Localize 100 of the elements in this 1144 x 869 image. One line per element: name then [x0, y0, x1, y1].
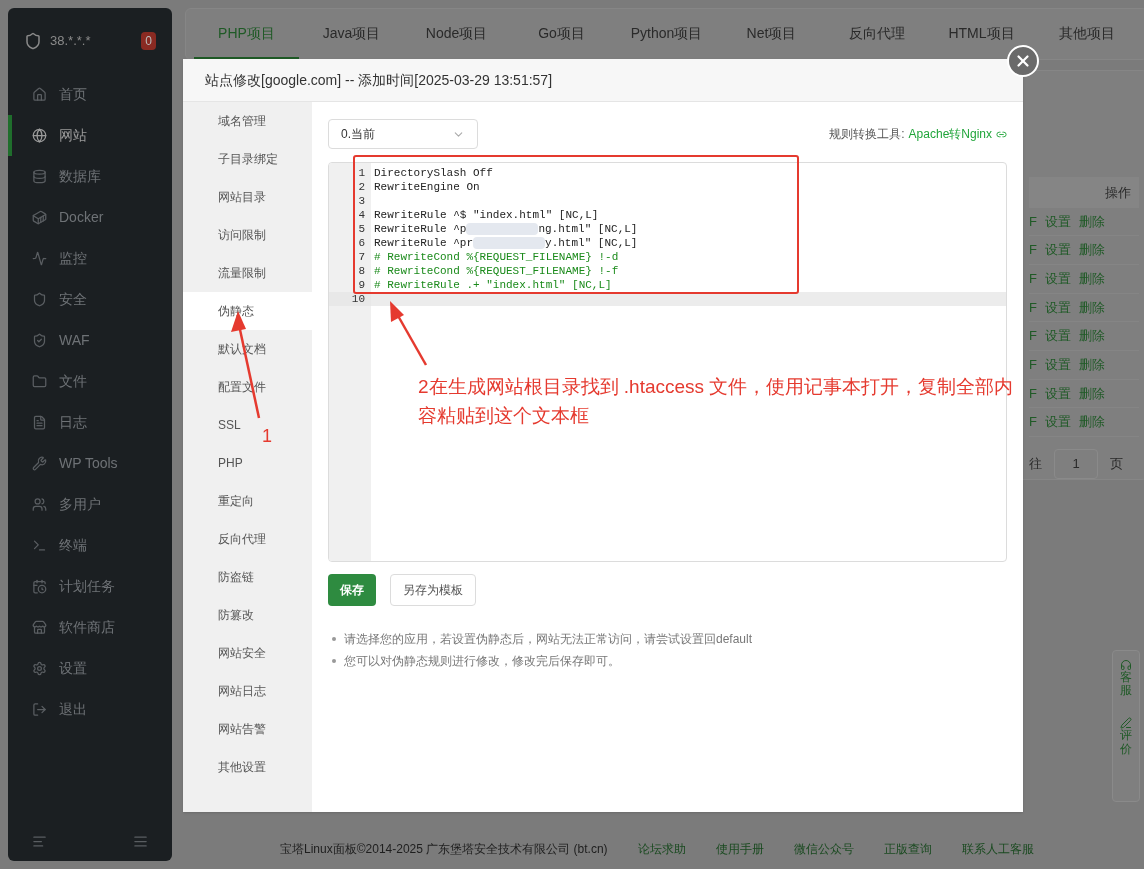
sidebar-label: Docker [59, 208, 104, 227]
nav-item[interactable]: 网站日志 [218, 672, 266, 710]
nav-item[interactable]: 反向代理 [218, 520, 266, 558]
globe-icon [32, 128, 47, 143]
table-cell[interactable]: F [1029, 326, 1037, 346]
sidebar-item[interactable]: 监控 [8, 238, 172, 279]
sidebar-item[interactable]: 多用户 [8, 484, 172, 525]
table-cell[interactable]: F [1029, 355, 1037, 375]
sidebar-item[interactable]: WAF [8, 320, 172, 361]
folder-icon [32, 374, 47, 389]
table-cell[interactable]: F [1029, 383, 1037, 404]
nav-item[interactable]: SSL [218, 406, 241, 444]
settings-link[interactable]: 设置 [1044, 297, 1071, 318]
sidebar-item[interactable]: 终端 [8, 525, 172, 566]
server-address: 38.*.*.* [50, 32, 91, 51]
code-line: DirectorySlash Off [373, 166, 494, 180]
page-field[interactable]: 1 [1054, 448, 1098, 479]
users-icon [32, 497, 47, 512]
settings-link[interactable]: 设置 [1044, 326, 1071, 346]
sidebar-item[interactable]: 数据库 [8, 156, 172, 197]
delete-link[interactable]: 删除 [1078, 297, 1105, 318]
notification-badge[interactable]: 0 [141, 32, 156, 50]
annotation-text: 2在生成网站根目录找到 .htaccess 文件，使用记事本打开，复制全部内容粘贴到这个文本框 [418, 375, 1015, 428]
delete-link[interactable]: 删除 [1078, 269, 1105, 289]
sidebar-label: 文件 [59, 372, 87, 391]
sidebar-item[interactable]: Docker [8, 197, 172, 238]
code-line: # RewriteRule .+ "index.html" [NC,L] [373, 278, 613, 292]
sidebar-item[interactable]: 日志 [8, 402, 172, 443]
table-cell[interactable]: F [1029, 269, 1037, 289]
nav-item[interactable]: 防篡改 [218, 596, 254, 634]
table-cell[interactable]: F [1029, 412, 1037, 432]
nav-item[interactable]: 网站安全 [218, 634, 266, 672]
table-cell[interactable]: F [1029, 297, 1037, 318]
project-tab[interactable]: Net项目 [719, 9, 824, 59]
sidebar-item[interactable]: 软件商店 [8, 607, 172, 648]
nav-item[interactable]: 子目录绑定 [218, 140, 278, 178]
footer-link[interactable]: 使用手册 [715, 840, 764, 858]
project-tab[interactable]: 反向代理 [824, 9, 929, 59]
home-icon [32, 87, 47, 102]
nav-item[interactable]: 其他设置 [218, 748, 266, 786]
copyright-text: 宝塔Linux面板©2014-2025 广东堡塔安全技术有限公司 (bt.cn) [280, 841, 608, 858]
collapse-icon[interactable] [32, 834, 47, 849]
close-icon [1014, 52, 1032, 70]
nav-item[interactable]: PHP [218, 444, 243, 482]
delete-link[interactable]: 删除 [1078, 240, 1105, 260]
widget-button[interactable]: 客服 [1120, 659, 1132, 698]
settings-link[interactable]: 设置 [1044, 269, 1071, 289]
converter-link[interactable]: Apache转Nginx [908, 125, 992, 143]
line-number: 7 [357, 250, 366, 264]
nav-item[interactable]: 流量限制 [218, 254, 266, 292]
settings-link[interactable]: 设置 [1044, 383, 1071, 404]
sidebar-label: 退出 [59, 700, 87, 719]
logout-icon [32, 702, 47, 717]
code-line: y.html" [NC,L] [545, 236, 638, 250]
sidebar-item[interactable]: 退出 [8, 689, 172, 730]
delete-link[interactable]: 删除 [1078, 326, 1105, 346]
annotation-text: 1 [262, 425, 272, 448]
sidebar-label: 数据库 [59, 167, 101, 186]
settings-link[interactable]: 设置 [1044, 355, 1071, 375]
table-cell[interactable]: F [1029, 240, 1037, 260]
footer-link[interactable]: 微信公众号 [793, 840, 854, 858]
tool-label: 规则转换工具: [829, 126, 905, 143]
nav-item[interactable]: 网站告警 [218, 710, 266, 748]
delete-link[interactable]: 删除 [1078, 355, 1105, 375]
code-line: RewriteEngine On [373, 180, 481, 194]
sidebar-item[interactable]: WP Tools [8, 443, 172, 484]
sidebar-item[interactable]: 首页 [8, 74, 172, 115]
delete-link[interactable]: 删除 [1078, 412, 1105, 432]
nav-item[interactable]: 网站目录 [218, 178, 266, 216]
project-tab[interactable]: HTML项目 [929, 9, 1034, 59]
project-tab[interactable]: Node项目 [404, 9, 509, 59]
nav-item[interactable]: 重定向 [218, 482, 254, 520]
template-select[interactable]: 0.当前 [328, 119, 478, 149]
save-template-button[interactable]: 另存为模板 [390, 574, 476, 606]
project-tab[interactable]: Java项目 [299, 9, 404, 59]
project-tab[interactable]: Go项目 [509, 9, 614, 59]
sidebar-label: 计划任务 [59, 577, 115, 596]
sidebar-item[interactable]: 安全 [8, 279, 172, 320]
nav-item[interactable]: 域名管理 [218, 102, 266, 140]
menu-icon[interactable] [133, 834, 148, 849]
code-line: # RewriteCond %{REQUEST_FILENAME} !-f [373, 264, 620, 278]
sidebar-item[interactable]: 计划任务 [8, 566, 172, 607]
project-tab[interactable]: 其他项目 [1034, 9, 1139, 59]
nav-item[interactable]: 访问限制 [218, 216, 266, 254]
sidebar-item[interactable]: 设置 [8, 648, 172, 689]
table-cell[interactable]: F [1029, 211, 1037, 232]
settings-link[interactable]: 设置 [1044, 412, 1071, 432]
save-button[interactable]: 保存 [328, 574, 376, 606]
footer-link[interactable]: 正版查询 [883, 840, 932, 858]
delete-link[interactable]: 删除 [1078, 383, 1105, 404]
widget-button[interactable]: 评价 [1120, 717, 1132, 756]
footer-link[interactable]: 联系人工客服 [961, 840, 1034, 858]
project-tab[interactable]: Python项目 [614, 9, 719, 59]
settings-link[interactable]: 设置 [1044, 211, 1071, 232]
nav-item[interactable]: 防盗链 [218, 558, 254, 596]
footer-link[interactable]: 论坛求助 [637, 840, 686, 858]
delete-link[interactable]: 删除 [1078, 211, 1105, 232]
sidebar-label: 日志 [59, 413, 87, 432]
settings-link[interactable]: 设置 [1044, 240, 1071, 260]
sidebar-item[interactable]: 文件 [8, 361, 172, 402]
